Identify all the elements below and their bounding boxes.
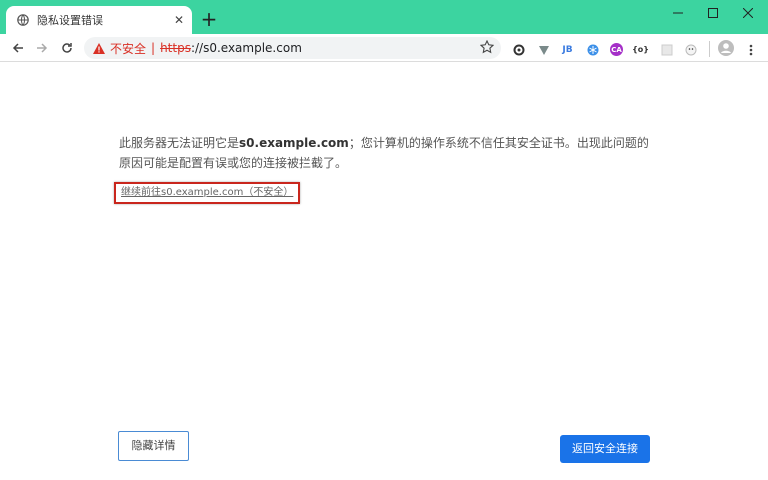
forward-arrow-icon[interactable] — [32, 38, 52, 58]
menu-dots-icon[interactable] — [744, 43, 757, 56]
extension-v-icon[interactable] — [537, 43, 550, 56]
extension-snowflake-icon[interactable] — [586, 43, 599, 56]
explanation-host: s0.example.com — [239, 136, 349, 150]
back-arrow-icon[interactable] — [8, 38, 28, 58]
extension-circle-icon[interactable] — [512, 43, 525, 56]
interstitial-page: 此服务器无法证明它是s0.example.com；您计算机的操作系统不信任其安全… — [0, 63, 768, 480]
toolbar-divider — [709, 41, 710, 57]
active-tab[interactable]: 隐私设置错误 ✕ — [6, 6, 192, 34]
close-window-button[interactable] — [733, 0, 763, 26]
bookmark-star-icon[interactable] — [479, 39, 495, 54]
reload-icon[interactable] — [57, 38, 77, 58]
new-tab-button[interactable]: + — [198, 8, 220, 30]
security-label[interactable]: 不安全 — [110, 40, 146, 57]
url-scheme: https — [160, 41, 191, 55]
address-separator: | — [151, 41, 156, 55]
extension-jb-icon[interactable]: JB — [561, 43, 574, 56]
maximize-button[interactable] — [698, 0, 728, 26]
extension-json-icon[interactable]: {o} — [632, 43, 649, 56]
globe-icon — [17, 14, 29, 26]
title-bar: 隐私设置错误 ✕ + — [0, 0, 768, 34]
extension-dog-icon[interactable] — [684, 43, 697, 56]
tab-close-icon[interactable]: ✕ — [172, 13, 186, 27]
extension-square-icon[interactable] — [660, 43, 673, 56]
extension-ca-icon[interactable]: CA — [610, 43, 623, 56]
minimize-button[interactable] — [663, 0, 693, 26]
proceed-unsafe-link[interactable]: 继续前往s0.example.com（不安全） — [114, 182, 301, 204]
tab-title: 隐私设置错误 — [37, 14, 103, 27]
explanation-part1: 此服务器无法证明它是 — [119, 136, 240, 150]
hide-details-button[interactable]: 隐藏详情 — [118, 431, 189, 461]
warning-triangle-icon — [93, 42, 105, 54]
profile-avatar-icon[interactable] — [718, 40, 734, 56]
browser-toolbar: 不安全 | https://s0.example.com JB CA {o} — [0, 34, 768, 62]
back-to-safety-button[interactable]: 返回安全连接 — [560, 435, 650, 463]
url-host: ://s0.example.com — [190, 41, 302, 55]
address-bar[interactable]: 不安全 | https://s0.example.com — [84, 37, 501, 59]
error-explanation: 此服务器无法证明它是s0.example.com；您计算机的操作系统不信任其安全… — [119, 133, 659, 173]
